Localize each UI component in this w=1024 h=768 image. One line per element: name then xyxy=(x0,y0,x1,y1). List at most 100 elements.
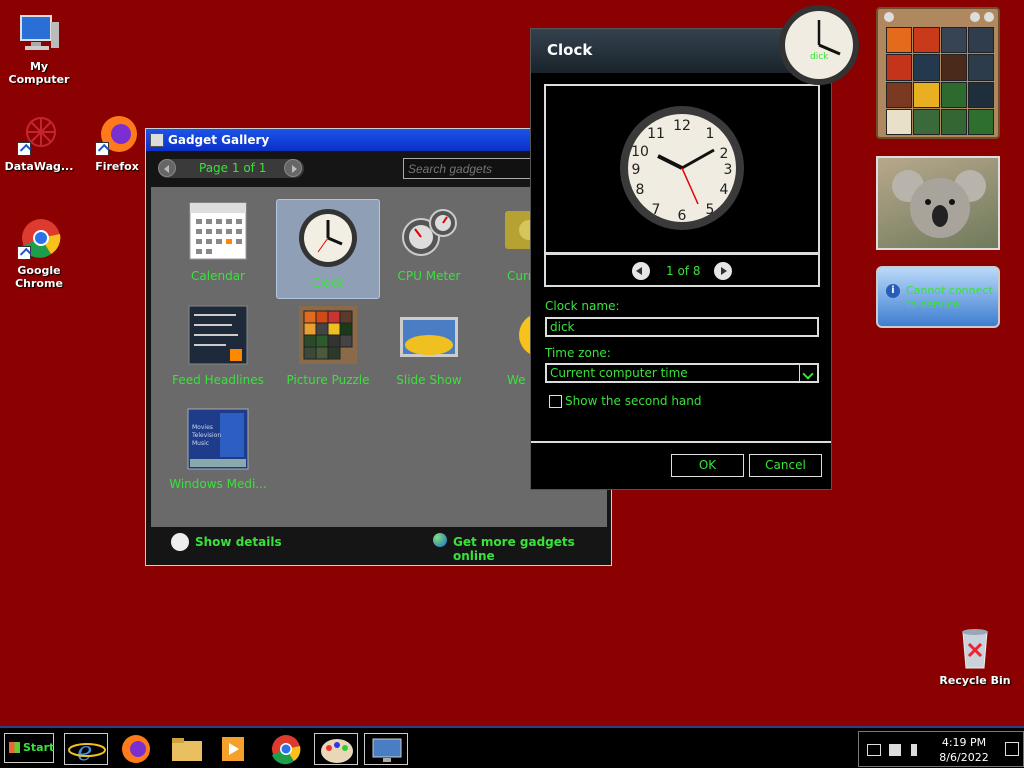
svg-text:2: 2 xyxy=(720,146,729,162)
svg-text:Movies: Movies xyxy=(192,424,213,431)
cpu-meter-icon xyxy=(397,199,461,263)
slide-show-icon xyxy=(397,303,461,367)
tray-clock[interactable]: 4:19 PM 8/6/2022 xyxy=(929,735,999,765)
desktop-icon-chrome[interactable]: Google Chrome xyxy=(0,216,79,290)
gadget-calendar[interactable]: Calendar xyxy=(166,199,270,289)
desktop-icon-label: Google Chrome xyxy=(15,264,63,290)
windows-media-center-icon: Movies Television Music xyxy=(186,407,250,471)
sidebar-slide-show[interactable] xyxy=(876,156,1000,250)
shortcut-arrow-icon xyxy=(17,246,31,260)
gadget-label: Calendar xyxy=(191,269,245,283)
second-hand-checkbox[interactable] xyxy=(549,395,562,408)
gadget-feed-headlines[interactable]: Feed Headlines xyxy=(166,303,270,393)
tray-date: 8/6/2022 xyxy=(939,751,989,764)
computer-icon xyxy=(17,12,61,56)
system-tray: 4:19 PM 8/6/2022 xyxy=(858,731,1024,767)
shortcut-arrow-icon xyxy=(17,142,31,156)
svg-text:1: 1 xyxy=(706,126,715,142)
chevron-down-icon[interactable] xyxy=(171,533,189,551)
feed-error-message: Cannot connect to service xyxy=(906,284,993,311)
clock-icon xyxy=(296,206,360,270)
style-page-label: 1 of 8 xyxy=(666,264,701,278)
desktop-icon-datawag[interactable]: DataWag... xyxy=(0,112,79,173)
time-zone-label: Time zone: xyxy=(545,346,611,360)
network-icon[interactable] xyxy=(867,744,881,756)
globe-icon xyxy=(433,533,447,547)
prev-style-button[interactable] xyxy=(632,262,650,280)
dialog-title: Clock xyxy=(547,41,593,59)
taskbar: Start e 4:19 PM 8/6/2022 xyxy=(0,726,1024,768)
calendar-icon xyxy=(186,199,250,263)
taskbar-firefox[interactable] xyxy=(114,733,158,765)
svg-text:7: 7 xyxy=(652,202,661,218)
ok-button[interactable]: OK xyxy=(671,454,744,477)
taskbar-internet-explorer[interactable]: e xyxy=(64,733,108,767)
chrome-icon xyxy=(17,216,61,260)
sidebar-feed-headlines[interactable]: i Cannot connect to service xyxy=(876,266,1000,328)
clock-settings-dialog[interactable]: Clock 12 1 2 3 45 6 78 9 10 11 1 of 8 Clock na… xyxy=(530,28,832,490)
taskbar-media-player[interactable] xyxy=(212,733,256,765)
show-desktop-icon[interactable] xyxy=(1005,742,1019,756)
taskbar-chrome[interactable] xyxy=(264,733,308,765)
desktop-icon-my-computer[interactable]: My Computer xyxy=(0,12,79,86)
cancel-button[interactable]: Cancel xyxy=(749,454,822,477)
gadget-label: Slide Show xyxy=(396,373,462,387)
gadget-picture-puzzle[interactable]: Picture Puzzle xyxy=(276,303,380,393)
help-icon[interactable] xyxy=(970,12,980,22)
clock-name-input[interactable] xyxy=(545,317,819,337)
gadget-cpu-meter[interactable]: CPU Meter xyxy=(377,199,481,289)
folder-icon xyxy=(172,738,202,761)
volume-icon[interactable] xyxy=(911,744,923,756)
svg-text:9: 9 xyxy=(632,162,641,178)
chevron-down-icon[interactable] xyxy=(799,365,817,381)
firefox-icon xyxy=(122,735,150,763)
svg-text:Television: Television xyxy=(191,432,221,439)
sidebar-picture-puzzle[interactable] xyxy=(876,7,1000,139)
desktop-icon-label: DataWag... xyxy=(4,160,74,173)
chrome-icon xyxy=(272,735,301,765)
media-player-icon xyxy=(222,737,244,761)
firefox-icon xyxy=(95,112,139,156)
clock-icon xyxy=(779,5,859,85)
next-page-button[interactable] xyxy=(284,159,302,177)
svg-text:5: 5 xyxy=(706,202,715,218)
recycle-bin-icon xyxy=(953,626,997,670)
time-zone-select[interactable]: Current computer time xyxy=(545,363,819,383)
taskbar-paint[interactable] xyxy=(314,733,358,765)
second-hand-label: Show the second hand xyxy=(565,394,702,408)
sidebar-clock-label: dick xyxy=(810,52,829,62)
start-label: Start xyxy=(23,741,55,754)
svg-text:8: 8 xyxy=(636,182,645,198)
svg-text:6: 6 xyxy=(678,208,687,224)
picture-puzzle-icon xyxy=(296,303,360,367)
svg-text:12: 12 xyxy=(673,118,691,134)
gadget-windows-media-center[interactable]: Movies Television Music Windows Medi... xyxy=(166,407,270,497)
action-center-icon[interactable] xyxy=(889,744,901,756)
windows-logo-icon xyxy=(9,742,20,753)
desktop-icon-label: My Computer xyxy=(8,60,70,86)
datawag-icon xyxy=(17,112,61,156)
gadget-label: CPU Meter xyxy=(397,269,461,283)
refresh-icon[interactable] xyxy=(984,12,994,22)
internet-explorer-icon: e xyxy=(68,737,106,767)
desktop-icon-recycle-bin[interactable]: Recycle Bin xyxy=(935,626,1015,687)
clock-style-pager: 1 of 8 xyxy=(544,253,820,287)
get-more-gadgets-link[interactable]: Get more gadgets online xyxy=(453,535,611,563)
svg-text:10: 10 xyxy=(631,144,649,160)
gallery-title: Gadget Gallery xyxy=(168,133,270,147)
puzzle-back-icon[interactable] xyxy=(884,12,894,22)
gadget-slide-show[interactable]: Slide Show xyxy=(377,303,481,393)
svg-text:4: 4 xyxy=(720,182,729,198)
show-details-link[interactable]: Show details xyxy=(195,535,282,549)
clock-name-label: Clock name: xyxy=(545,299,620,313)
taskbar-remote-desktop[interactable] xyxy=(364,733,408,765)
prev-page-button[interactable] xyxy=(158,159,176,177)
gadget-clock[interactable]: Clock xyxy=(276,199,380,299)
taskbar-file-explorer[interactable] xyxy=(164,733,208,765)
start-button[interactable]: Start xyxy=(4,733,54,763)
svg-text:e: e xyxy=(77,737,92,766)
desktop-icon-label: Recycle Bin xyxy=(939,674,1011,687)
next-style-button[interactable] xyxy=(714,262,732,280)
sidebar-clock-gadget[interactable]: dick xyxy=(776,2,862,88)
puzzle-tiles[interactable] xyxy=(886,27,994,135)
